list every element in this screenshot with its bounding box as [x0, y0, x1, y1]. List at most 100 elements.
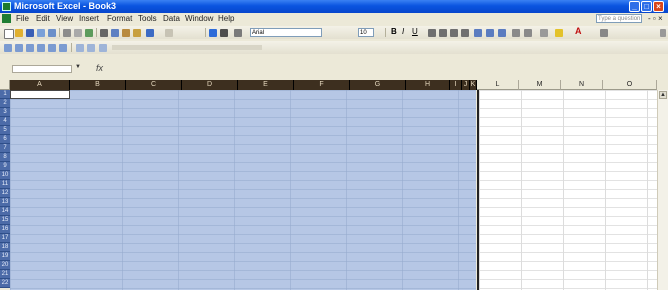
- comma-icon[interactable]: [498, 29, 506, 37]
- row-header-18[interactable]: 18: [0, 243, 10, 252]
- menu-file[interactable]: File: [16, 14, 29, 23]
- selected-range[interactable]: [10, 90, 476, 290]
- review-icon-5[interactable]: [48, 44, 56, 52]
- column-header-n[interactable]: N: [561, 80, 603, 90]
- autosum-icon[interactable]: [220, 29, 228, 37]
- column-header-m[interactable]: M: [519, 80, 561, 90]
- borders-icon[interactable]: [540, 29, 548, 37]
- review-icon-6[interactable]: [59, 44, 67, 52]
- row-header-9[interactable]: 9: [0, 162, 10, 171]
- row-header-6[interactable]: 6: [0, 135, 10, 144]
- active-cell[interactable]: [10, 90, 70, 99]
- column-header-e[interactable]: E: [238, 80, 294, 90]
- workbook-icon[interactable]: [2, 14, 11, 23]
- row-header-3[interactable]: 3: [0, 108, 10, 117]
- cut-icon[interactable]: [100, 29, 108, 37]
- review-icon-4[interactable]: [37, 44, 45, 52]
- help-search-input[interactable]: Type a question for help: [596, 14, 642, 23]
- column-header-j[interactable]: J: [462, 80, 470, 90]
- column-header-f[interactable]: F: [294, 80, 350, 90]
- italic-button[interactable]: I: [402, 27, 404, 36]
- reply-with-changes-placeholder[interactable]: [112, 45, 262, 50]
- save-icon[interactable]: [26, 29, 34, 37]
- vertical-scrollbar[interactable]: ▲: [657, 90, 668, 290]
- format-painter-icon[interactable]: [133, 29, 141, 37]
- currency-icon[interactable]: [474, 29, 482, 37]
- row-header-4[interactable]: 4: [0, 117, 10, 126]
- redo-icon[interactable]: [165, 29, 173, 37]
- column-header-o[interactable]: O: [603, 80, 657, 90]
- percent-icon[interactable]: [486, 29, 494, 37]
- print-icon[interactable]: [63, 29, 71, 37]
- row-header-12[interactable]: 12: [0, 189, 10, 198]
- font-size-select[interactable]: 10: [358, 28, 374, 37]
- underline-button[interactable]: U: [412, 27, 418, 36]
- row-header-13[interactable]: 13: [0, 198, 10, 207]
- row-header-22[interactable]: 22: [0, 279, 10, 288]
- align-right-icon[interactable]: [450, 29, 458, 37]
- review-icon-1[interactable]: [4, 44, 12, 52]
- sort-ascending-icon[interactable]: [234, 29, 242, 37]
- column-header-g[interactable]: G: [350, 80, 406, 90]
- increase-indent-icon[interactable]: [524, 29, 532, 37]
- row-header-15[interactable]: 15: [0, 216, 10, 225]
- column-header-k[interactable]: K: [470, 80, 477, 90]
- undo-icon[interactable]: [146, 29, 154, 37]
- review-icon-3[interactable]: [26, 44, 34, 52]
- row-header-7[interactable]: 7: [0, 144, 10, 153]
- menu-insert[interactable]: Insert: [79, 14, 99, 23]
- merge-center-icon[interactable]: [461, 29, 469, 37]
- name-box-dropdown-icon[interactable]: ▼: [75, 64, 81, 70]
- minimize-button[interactable]: _: [629, 1, 640, 12]
- row-header-19[interactable]: 19: [0, 252, 10, 261]
- review-icon-8[interactable]: [87, 44, 95, 52]
- fill-color-icon[interactable]: [555, 29, 563, 37]
- bold-button[interactable]: B: [391, 27, 397, 36]
- select-all-button[interactable]: [0, 80, 10, 90]
- row-header-5[interactable]: 5: [0, 126, 10, 135]
- review-icon-9[interactable]: [99, 44, 107, 52]
- paste-icon[interactable]: [122, 29, 130, 37]
- unselected-cells[interactable]: [477, 90, 657, 290]
- row-header-21[interactable]: 21: [0, 270, 10, 279]
- toolbar-overflow-icon[interactable]: [660, 29, 666, 37]
- menu-format[interactable]: Format: [107, 14, 132, 23]
- row-header-8[interactable]: 8: [0, 153, 10, 162]
- column-header-l[interactable]: L: [477, 80, 519, 90]
- column-header-i[interactable]: I: [450, 80, 462, 90]
- font-color-icon[interactable]: A: [575, 26, 582, 36]
- review-icon-2[interactable]: [15, 44, 23, 52]
- row-header-17[interactable]: 17: [0, 234, 10, 243]
- column-header-h[interactable]: H: [406, 80, 450, 90]
- permission-icon[interactable]: [37, 29, 45, 37]
- row-header-11[interactable]: 11: [0, 180, 10, 189]
- column-header-d[interactable]: D: [182, 80, 238, 90]
- row-header-2[interactable]: 2: [0, 99, 10, 108]
- spelling-icon[interactable]: [85, 29, 93, 37]
- menu-view[interactable]: View: [56, 14, 73, 23]
- maximize-button[interactable]: □: [641, 1, 652, 12]
- menu-tools[interactable]: Tools: [138, 14, 157, 23]
- email-icon[interactable]: [48, 29, 56, 37]
- column-header-a[interactable]: A: [10, 80, 70, 90]
- row-header-1[interactable]: 1: [0, 90, 10, 99]
- menu-window[interactable]: Window: [185, 14, 213, 23]
- row-header-20[interactable]: 20: [0, 261, 10, 270]
- open-icon[interactable]: [15, 29, 23, 37]
- print-preview-icon[interactable]: [74, 29, 82, 37]
- review-icon-7[interactable]: [76, 44, 84, 52]
- align-center-icon[interactable]: [439, 29, 447, 37]
- column-header-c[interactable]: C: [126, 80, 182, 90]
- menu-data[interactable]: Data: [163, 14, 180, 23]
- new-icon[interactable]: [4, 29, 14, 39]
- name-box[interactable]: [12, 65, 72, 73]
- column-header-b[interactable]: B: [70, 80, 126, 90]
- row-header-16[interactable]: 16: [0, 225, 10, 234]
- toolbar-options-icon[interactable]: [600, 29, 608, 37]
- menu-edit[interactable]: Edit: [36, 14, 50, 23]
- align-left-icon[interactable]: [428, 29, 436, 37]
- decrease-indent-icon[interactable]: [512, 29, 520, 37]
- hyperlink-icon[interactable]: [209, 29, 217, 37]
- workbook-window-controls[interactable]: - ▫ ×: [648, 14, 663, 23]
- copy-icon[interactable]: [111, 29, 119, 37]
